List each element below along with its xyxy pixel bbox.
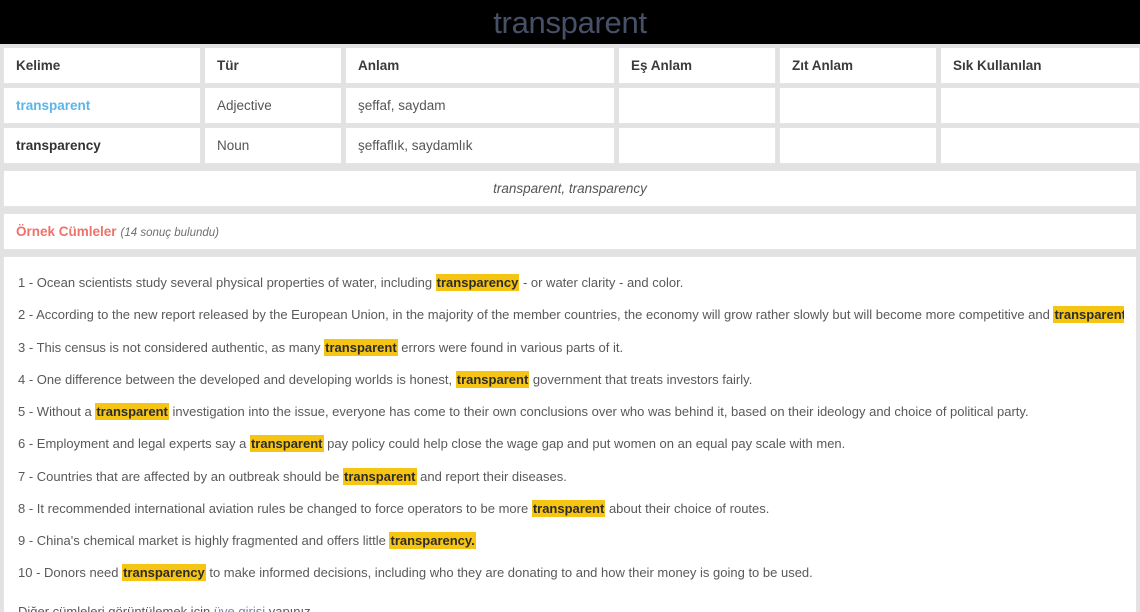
word-link-transparent[interactable]: transparent [16,98,90,113]
sentence-number: 1 - [18,275,37,290]
sentence-text: One difference between the developed and… [36,371,456,387]
example-sentence: 4 - One difference between the developed… [16,364,1124,396]
cell-anlam: şeffaflık, saydamlık [345,127,615,164]
login-prompt-before: Diğer cümleleri görüntülemek için [18,603,214,612]
example-sentence: 6 - Employment and legal experts say a t… [16,428,1124,460]
sentence-number: 6 - [18,436,37,452]
sentence-text: It recommended international aviation ru… [36,500,532,516]
sentence-text: Ocean scientists study several physical … [36,275,436,290]
sentence-text: According to the new report released by … [36,307,1054,323]
sentence-number: 7 - [18,468,37,484]
column-header-sik-kullanilan: Sık Kullanılan [940,47,1140,84]
sentence-text: This census is not considered authentic,… [36,339,325,355]
example-sentence: 9 - China's chemical market is highly fr… [16,525,1124,557]
sentence-text: and report their diseases. [416,468,567,484]
cell-kelime: transparent [3,87,201,124]
cell-es-anlam [618,127,776,164]
highlighted-term: transparency [435,274,520,291]
sentence-number: 5 - [18,404,37,419]
sentence-text: Employment and legal experts say a [36,436,250,452]
example-sentence: 3 - This census is not considered authen… [16,332,1124,364]
sentence-number: 10 - [18,565,45,581]
column-header-tur: Tür [204,47,342,84]
examples-title: Örnek Cümleler [16,224,117,239]
table-row: transparent Adjective şeffaf, saydam [3,87,1140,124]
sentence-number: 8 - [18,500,37,516]
column-header-zit-anlam: Zıt Anlam [779,47,937,84]
cell-sik-kullanilan [940,87,1140,124]
sentence-number: 9 - [18,533,37,548]
sentence-text: China's chemical market is highly fragme… [36,533,390,548]
column-header-kelime: Kelime [3,47,201,84]
table-header-row: Kelime Tür Anlam Eş Anlam Zıt Anlam Sık … [3,47,1140,84]
word-definition-table: Kelime Tür Anlam Eş Anlam Zıt Anlam Sık … [0,44,1140,167]
sentence-number: 4 - [18,371,37,387]
example-sentences-strip: 1 - Ocean scientists study several physi… [0,253,1140,612]
login-prompt: Diğer cümleleri görüntülemek için üye gi… [16,590,1124,612]
cell-kelime: transparency [3,127,201,164]
highlighted-term: transparent [95,403,169,420]
page-title: transparent [493,4,647,40]
page-header-band: transparent [0,0,1140,44]
cell-es-anlam [618,87,776,124]
login-prompt-after: yapınız. [265,603,315,612]
example-sentence: 10 - Donors need transparency to make in… [16,557,1124,589]
example-sentence: 7 - Countries that are affected by an ou… [16,461,1124,493]
sentence-text: government that treats investors fairly. [529,371,753,387]
example-sentence: 8 - It recommended international aviatio… [16,493,1124,525]
highlighted-term: transparent [531,499,606,517]
sentence-text: Donors need [44,565,123,581]
column-header-anlam: Anlam [345,47,615,84]
cell-anlam: şeffaf, saydam [345,87,615,124]
examples-header-strip: Örnek Cümleler (14 sonuç bulundu) [0,210,1140,253]
examples-result-count: (14 sonuç bulundu) [120,227,220,239]
member-login-link[interactable]: üye girişi [214,604,265,612]
highlighted-term: transparency [122,564,206,582]
highlighted-term: transparent. [1053,306,1124,324]
cell-zit-anlam [779,87,937,124]
example-sentence: 5 - Without a transparent investigation … [16,396,1124,428]
cell-zit-anlam [779,127,937,164]
sentence-list: 1 - Ocean scientists study several physi… [16,267,1124,590]
column-header-es-anlam: Eş Anlam [618,47,776,84]
related-words-text: transparent, transparency [3,170,1137,207]
highlighted-term: transparency. [389,532,476,549]
highlighted-term: transparent [342,467,417,485]
sentence-text: errors were found in various parts of it… [397,339,624,355]
cell-sik-kullanilan [940,127,1140,164]
table-row: transparency Noun şeffaflık, saydamlık [3,127,1140,164]
sentence-text: Countries that are affected by an outbre… [36,468,343,484]
examples-header-cell: Örnek Cümleler (14 sonuç bulundu) [3,213,1137,250]
highlighted-term: transparent [455,370,530,388]
sentence-number: 2 - [18,307,37,323]
related-words-strip: transparent, transparency [0,167,1140,210]
sentence-text: pay policy could help close the wage gap… [323,436,846,452]
sentence-number: 3 - [18,339,37,355]
example-sentence: 1 - Ocean scientists study several physi… [16,267,1124,299]
word-label-transparency: transparency [16,138,101,153]
cell-tur: Adjective [204,87,342,124]
sentence-text: Without a [36,404,96,419]
sentence-text: to make informed decisions, including wh… [205,565,813,581]
example-sentences-cell: 1 - Ocean scientists study several physi… [3,256,1137,612]
highlighted-term: transparent [324,338,398,356]
highlighted-term: transparent [249,435,324,453]
cell-tur: Noun [204,127,342,164]
sentence-text: about their choice of routes. [605,500,770,516]
sentence-text: - or water clarity - and color. [519,275,684,290]
example-sentence: 2 - According to the new report released… [16,299,1124,331]
sentence-text: investigation into the issue, everyone h… [168,404,1029,419]
